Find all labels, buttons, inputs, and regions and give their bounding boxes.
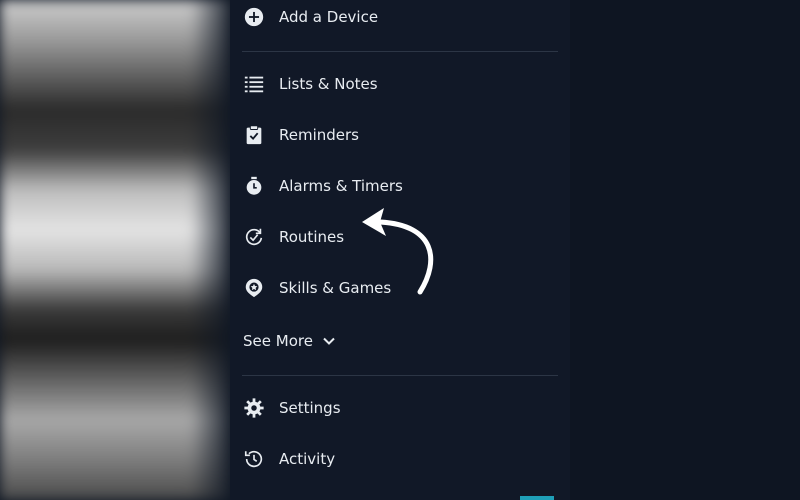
plus-circle-icon <box>242 5 266 29</box>
see-more-button[interactable]: See More <box>243 326 336 356</box>
menu-item-label: Lists & Notes <box>279 75 378 93</box>
alarm-clock-icon <box>242 174 266 198</box>
menu-item-label: Routines <box>279 228 345 246</box>
divider <box>242 375 558 376</box>
history-icon <box>242 447 266 471</box>
menu-item-label: Activity <box>279 450 336 468</box>
routines-icon <box>242 225 266 249</box>
chevron-down-icon <box>323 337 335 345</box>
see-more-label: See More <box>243 332 313 350</box>
menu-item-lists-notes[interactable]: Lists & Notes <box>242 64 562 104</box>
add-device-item[interactable]: Add a Device <box>242 0 562 37</box>
menu-item-activity[interactable]: Activity <box>242 439 562 479</box>
menu-item-settings[interactable]: Settings <box>242 388 562 428</box>
scroll-indicator <box>520 496 554 500</box>
menu-item-label: Settings <box>279 399 341 417</box>
content-area <box>570 0 800 500</box>
menu-item-reminders[interactable]: Reminders <box>242 115 562 155</box>
pointer-arrow-annotation <box>362 208 434 295</box>
blurred-background <box>0 0 230 500</box>
add-device-label: Add a Device <box>279 8 379 26</box>
reminder-clipboard-icon <box>242 123 266 147</box>
skills-icon <box>242 276 266 300</box>
gear-icon <box>242 396 266 420</box>
menu-item-label: Reminders <box>279 126 359 144</box>
divider <box>242 51 558 52</box>
menu-item-label: Alarms & Timers <box>279 177 403 195</box>
list-icon <box>242 72 266 96</box>
